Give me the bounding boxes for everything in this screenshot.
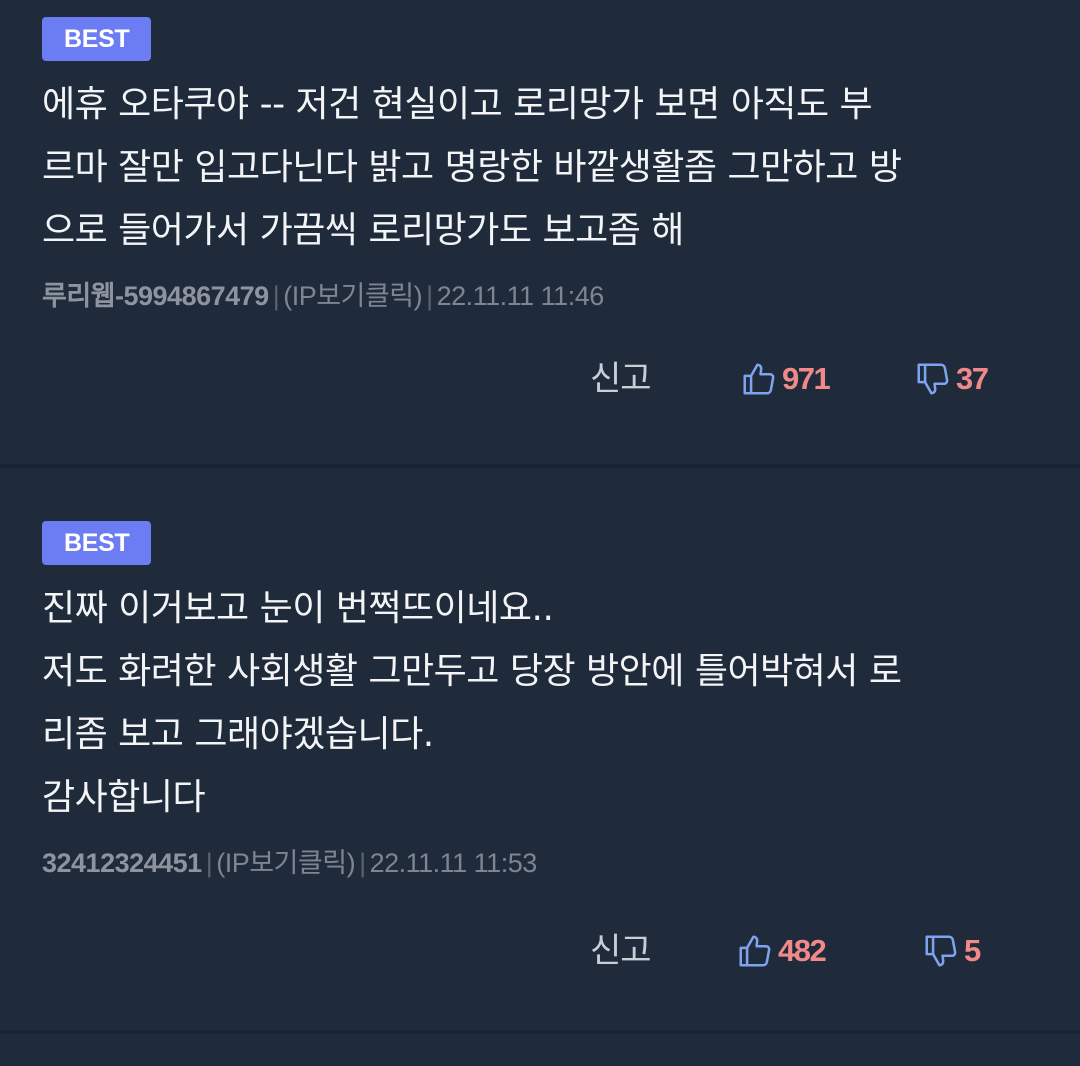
- comment-line: 리좀 보고 그래야겠습니다.: [42, 714, 434, 755]
- comment-timestamp: 22.11.11 11:46: [436, 281, 605, 311]
- thumbs-up-icon: [740, 360, 778, 398]
- report-button[interactable]: 신고: [590, 926, 652, 976]
- thumbs-up-icon: [736, 932, 774, 970]
- comment-text: 진짜 이거보고 눈이 번쩍뜨이네요.. 저도 화려한 사회생활 그만두고 당장 …: [42, 577, 1038, 829]
- best-badge: BEST: [42, 521, 152, 565]
- comment-item: BEST 에휴 오타쿠야 -- 저건 현실이고 로리망가 보면 아직도 부 르마…: [0, 0, 1080, 466]
- comment-line: 진짜 이거보고 눈이 번쩍뜨이네요..: [42, 588, 554, 629]
- ip-view-link[interactable]: (IP보기클릭): [216, 848, 355, 878]
- comment-line: 에휴 오타쿠야 -- 저건 현실이고 로리망가 보면 아직도 부: [42, 84, 873, 125]
- comment-meta: 32412324451 | (IP보기클릭) | 22.11.11 11:53: [42, 841, 1038, 880]
- upvote-count: 482: [778, 933, 827, 968]
- downvote-count: 5: [964, 933, 981, 968]
- comment-line: 르마 잘만 입고다닌다 밝고 명랑한 바깥생활좀 그만하고 방: [42, 147, 902, 188]
- comment-timestamp: 22.11.11 11:53: [369, 848, 538, 878]
- thumbs-down-icon: [914, 360, 952, 398]
- comment-line: 감사합니다: [42, 777, 206, 818]
- downvote-count: 37: [956, 361, 989, 396]
- comment-meta: 루리웹-5994867479 | (IP보기클릭) | 22.11.11 11:46: [42, 274, 1038, 313]
- comment-line: 저도 화려한 사회생활 그만두고 당장 방안에 틀어박혀서 로: [42, 651, 902, 692]
- upvote-button[interactable]: 482: [736, 926, 827, 976]
- comment-author[interactable]: 루리웹-5994867479: [42, 281, 269, 311]
- downvote-button[interactable]: 37: [914, 354, 989, 404]
- comment-actions: 신고 971 37: [0, 354, 1080, 404]
- comment-author[interactable]: 32412324451: [42, 848, 202, 878]
- meta-separator: |: [272, 281, 280, 311]
- thumbs-down-icon: [922, 932, 960, 970]
- downvote-button[interactable]: 5: [922, 926, 981, 976]
- comment-line: 으로 들어가서 가끔씩 로리망가도 보고좀 해: [42, 210, 684, 251]
- ip-view-link[interactable]: (IP보기클릭): [283, 281, 422, 311]
- upvote-button[interactable]: 971: [740, 354, 831, 404]
- comment-divider: [0, 1030, 1080, 1034]
- comment-actions: 신고 482 5: [0, 926, 1080, 976]
- report-button[interactable]: 신고: [590, 354, 652, 404]
- meta-separator: |: [426, 281, 433, 311]
- comment-item: BEST 진짜 이거보고 눈이 번쩍뜨이네요.. 저도 화려한 사회생활 그만두…: [0, 466, 1080, 1032]
- comment-text: 에휴 오타쿠야 -- 저건 현실이고 로리망가 보면 아직도 부 르마 잘만 입…: [42, 73, 1038, 262]
- meta-separator: |: [205, 848, 213, 878]
- meta-separator: |: [359, 848, 366, 878]
- best-badge: BEST: [42, 17, 152, 61]
- upvote-count: 971: [782, 361, 831, 396]
